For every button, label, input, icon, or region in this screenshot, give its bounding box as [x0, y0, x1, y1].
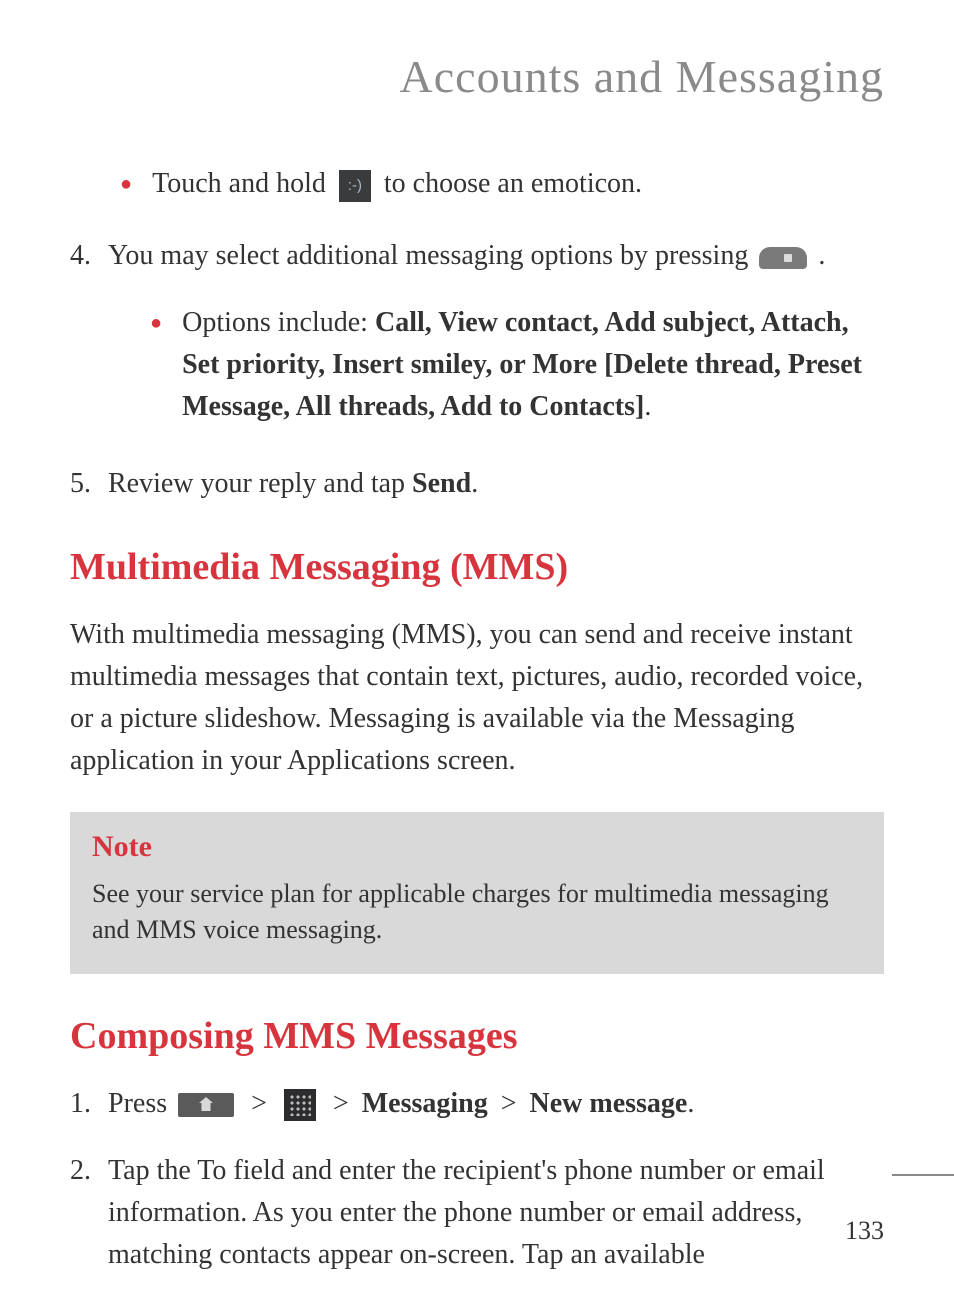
- messaging-label: Messaging: [362, 1088, 488, 1119]
- text-pre: Review your reply and tap: [108, 468, 412, 499]
- step-5: 5. Review your reply and tap Send.: [70, 463, 884, 505]
- step-text: Tap the To field and enter the recipient…: [108, 1150, 884, 1276]
- step-text: Press > > Messaging > New message.: [108, 1083, 884, 1125]
- composing-step-2: 2. Tap the To field and enter the recipi…: [70, 1150, 884, 1276]
- step-number: 1.: [70, 1083, 100, 1125]
- apps-grid-icon: [284, 1089, 316, 1121]
- new-message-label: New message: [530, 1088, 688, 1119]
- bullet-text: Options include: Call, View contact, Add…: [182, 302, 884, 428]
- bullet-text: Touch and hold to choose an emoticon.: [152, 163, 884, 205]
- text-post: to choose an emoticon.: [384, 168, 642, 199]
- step-text: Review your reply and tap Send.: [108, 463, 884, 505]
- home-key-icon: [178, 1093, 234, 1117]
- bullet-item-emoticon: ● Touch and hold to choose an emoticon.: [120, 163, 884, 205]
- page-title: Accounts and Messaging: [70, 50, 884, 103]
- bullet-item-options: ● Options include: Call, View contact, A…: [150, 302, 884, 428]
- text-pre: Press: [108, 1088, 174, 1119]
- step-4: 4. You may select additional messaging o…: [70, 235, 884, 277]
- note-title: Note: [92, 830, 862, 864]
- text-pre: You may select additional messaging opti…: [108, 240, 755, 271]
- note-box: Note See your service plan for applicabl…: [70, 812, 884, 974]
- text-intro: Options include:: [182, 307, 375, 338]
- text-pre: Touch and hold: [152, 168, 333, 199]
- step-number: 5.: [70, 463, 100, 505]
- chevron: >: [251, 1088, 274, 1119]
- send-label: Send: [412, 468, 471, 499]
- step-number: 4.: [70, 235, 100, 277]
- mms-description: With multimedia messaging (MMS), you can…: [70, 614, 884, 782]
- bullet-marker: ●: [150, 308, 162, 338]
- composing-step-1: 1. Press > > Messaging > New message.: [70, 1083, 884, 1125]
- chevron: >: [501, 1088, 524, 1119]
- text-end: .: [687, 1088, 694, 1119]
- menu-key-icon: [759, 247, 807, 269]
- step-text: You may select additional messaging opti…: [108, 235, 884, 277]
- text-post: .: [818, 240, 825, 271]
- composing-heading: Composing MMS Messages: [70, 1014, 884, 1058]
- page-number: 133: [845, 1216, 884, 1246]
- note-text: See your service plan for applicable cha…: [92, 876, 862, 949]
- bullet-marker: ●: [120, 169, 132, 199]
- footer-line: [892, 1174, 954, 1176]
- text-end: .: [471, 468, 478, 499]
- emoticon-icon: [339, 170, 371, 202]
- step-number: 2.: [70, 1150, 100, 1192]
- mms-heading: Multimedia Messaging (MMS): [70, 545, 884, 589]
- chevron: >: [333, 1088, 356, 1119]
- text-end: .: [644, 391, 651, 422]
